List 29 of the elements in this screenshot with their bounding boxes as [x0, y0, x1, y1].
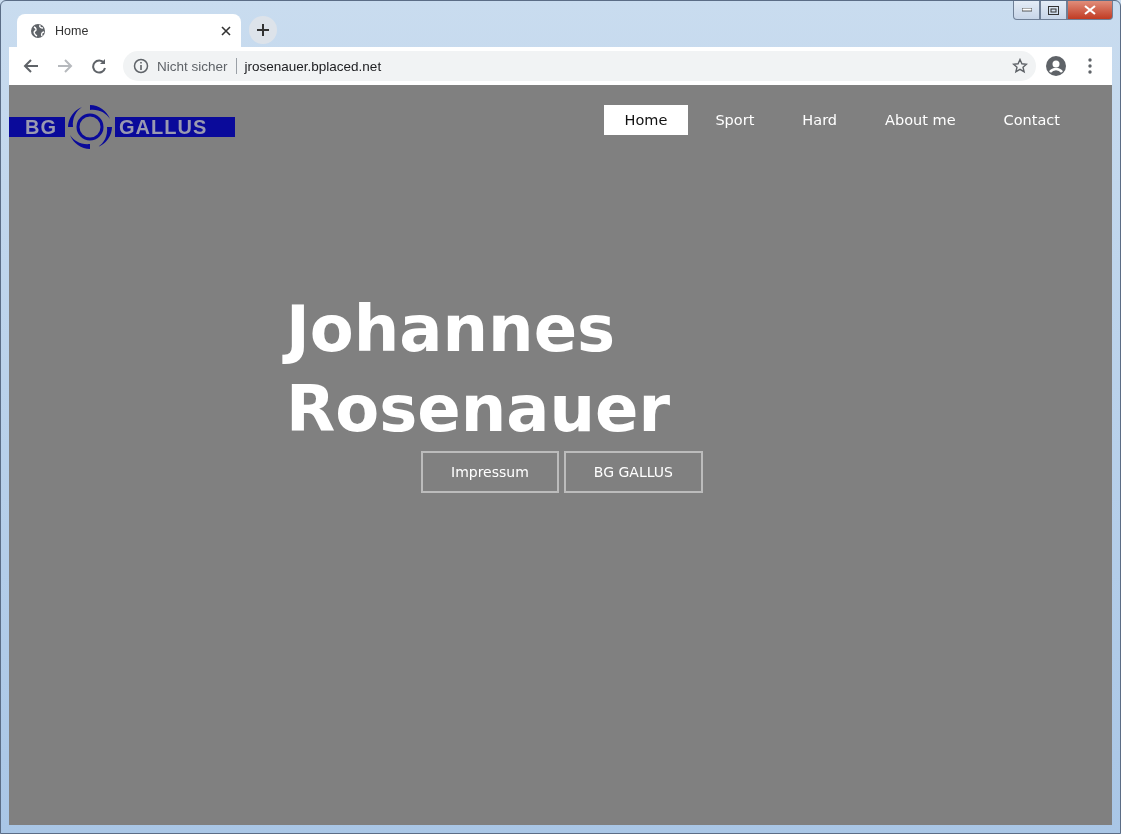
menu-dots-icon	[1088, 58, 1092, 74]
security-label: Nicht sicher	[157, 58, 228, 74]
globe-icon	[31, 23, 45, 38]
forward-arrow-icon	[57, 58, 73, 74]
nav-link[interactable]: Home	[603, 105, 689, 135]
maximize-button[interactable]	[1040, 1, 1067, 20]
info-icon	[133, 58, 149, 74]
close-tab-button[interactable]	[221, 25, 231, 36]
new-tab-button[interactable]	[249, 16, 277, 44]
plus-icon	[257, 24, 269, 36]
hero-button[interactable]: BG GALLUS	[563, 451, 703, 493]
minimize-icon	[1021, 8, 1032, 12]
address-bar[interactable]: Nicht sicher jrosenauer.bplaced.net	[123, 51, 1036, 81]
close-window-button[interactable]	[1067, 1, 1113, 20]
close-icon	[221, 25, 231, 36]
close-icon	[1084, 5, 1096, 15]
nav-link[interactable]: Sport	[694, 105, 776, 135]
account-icon	[1046, 56, 1066, 76]
browser-tab[interactable]: Home	[17, 14, 241, 47]
reload-icon	[91, 58, 107, 74]
star-icon[interactable]	[1012, 58, 1028, 74]
nav-link[interactable]: About me	[864, 105, 977, 135]
back-arrow-icon	[23, 58, 39, 74]
url-text: jrosenauer.bplaced.net	[244, 58, 383, 74]
nav-link[interactable]: Hard	[781, 105, 859, 135]
nav-link[interactable]: Contact	[982, 105, 1081, 135]
hero-button[interactable]: Impressum	[421, 451, 559, 493]
maximize-icon	[1048, 5, 1059, 15]
logo[interactable]: BG GALLUS	[9, 101, 235, 152]
